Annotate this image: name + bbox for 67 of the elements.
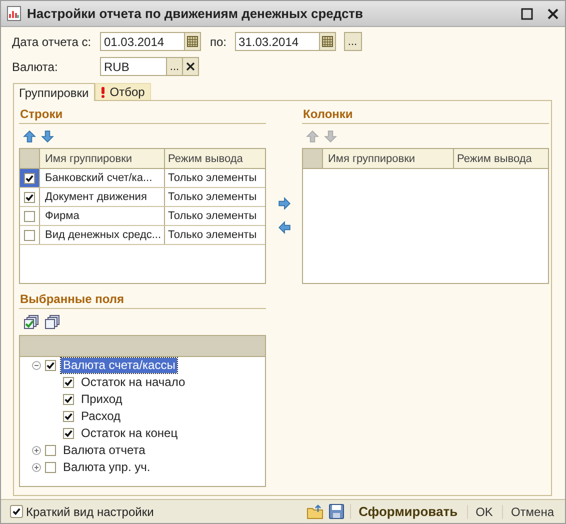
table-cell: Вид денежных средс... bbox=[40, 226, 165, 244]
left-arrow-icon[interactable] bbox=[278, 221, 290, 234]
ok-button[interactable]: OK bbox=[466, 504, 496, 518]
table-cell-text: Только элементы bbox=[167, 190, 258, 205]
checkbox[interactable] bbox=[24, 230, 35, 240]
tree-item[interactable]: Остаток на начало bbox=[79, 375, 188, 390]
checkbox[interactable] bbox=[45, 462, 56, 473]
right-arrow-icon[interactable] bbox=[278, 197, 290, 210]
clear-icon[interactable] bbox=[186, 62, 195, 71]
save-icon[interactable] bbox=[328, 504, 344, 519]
period-button[interactable]: ... bbox=[344, 32, 362, 51]
checkbox[interactable] bbox=[45, 360, 56, 371]
column-header[interactable]: Имя группировки bbox=[40, 149, 165, 168]
checkbox[interactable] bbox=[24, 192, 35, 202]
tree-item[interactable]: Остаток на конец bbox=[79, 426, 180, 441]
cancel-button[interactable]: Отмена bbox=[502, 504, 557, 518]
uncheck-all-icon[interactable] bbox=[45, 315, 60, 329]
field-label: Дата отчета с: bbox=[12, 34, 92, 48]
currency-field[interactable]: RUB ... bbox=[100, 57, 199, 76]
tree-item[interactable]: Расход bbox=[79, 409, 123, 424]
section-title: Выбранные поля bbox=[19, 292, 266, 309]
close-icon[interactable] bbox=[547, 8, 559, 20]
column-header[interactable]: Режим вывода bbox=[165, 149, 265, 168]
section-title: Строки bbox=[19, 107, 266, 124]
check-all-icon[interactable] bbox=[24, 315, 39, 329]
window-title: Настройки отчета по движениям денежных средств bbox=[27, 6, 364, 21]
checkbox[interactable] bbox=[63, 428, 74, 439]
checkbox[interactable] bbox=[63, 411, 74, 422]
tree-item[interactable]: Приход bbox=[79, 392, 124, 407]
up-arrow-icon[interactable] bbox=[23, 130, 36, 142]
row-selector[interactable] bbox=[20, 169, 40, 187]
column-header[interactable]: Имя группировки bbox=[323, 149, 454, 168]
tree-item[interactable]: Валюта счета/кассы bbox=[61, 358, 178, 373]
tab[interactable]: Отбор bbox=[94, 83, 151, 100]
section-title: Колонки bbox=[302, 107, 549, 124]
table-cell: Документ движения bbox=[40, 188, 165, 206]
maximize-icon[interactable] bbox=[521, 8, 533, 20]
report-icon bbox=[7, 6, 21, 21]
folder-icon[interactable] bbox=[306, 504, 323, 519]
field-label: по: bbox=[210, 34, 227, 48]
checkbox[interactable] bbox=[63, 377, 74, 388]
select-button[interactable]: ... bbox=[166, 58, 182, 75]
generate-button[interactable]: Сформировать bbox=[350, 504, 461, 519]
checkbox[interactable] bbox=[10, 505, 23, 518]
table-cell: Фирма bbox=[40, 207, 165, 225]
calendar-icon[interactable] bbox=[184, 33, 200, 50]
expand-icon[interactable] bbox=[32, 446, 41, 455]
table-cell-text: Только элементы bbox=[167, 171, 258, 186]
checkbox-label: Краткий вид настройки bbox=[26, 504, 154, 518]
table-cell-text: Только элементы bbox=[167, 209, 258, 224]
down-arrow-icon[interactable] bbox=[41, 130, 54, 142]
checkbox[interactable] bbox=[24, 172, 35, 184]
tab[interactable]: Группировки bbox=[13, 83, 95, 101]
tree-item[interactable]: Валюта отчета bbox=[61, 443, 148, 458]
calendar-icon[interactable] bbox=[318, 33, 335, 50]
checkbox[interactable] bbox=[24, 210, 35, 222]
table-cell-text: Только элементы bbox=[167, 228, 258, 243]
checkbox[interactable] bbox=[63, 394, 74, 405]
tree-item[interactable]: Валюта упр. уч. bbox=[61, 460, 152, 475]
field-label: Валюта: bbox=[12, 60, 59, 74]
column-header[interactable]: Режим вывода bbox=[454, 149, 548, 168]
collapse-icon[interactable] bbox=[32, 361, 41, 370]
expand-icon[interactable] bbox=[32, 463, 41, 472]
date-field[interactable]: 31.03.2014 bbox=[234, 32, 336, 51]
table-cell: Банковский счет/ка... bbox=[40, 169, 165, 187]
date-field[interactable]: 01.03.2014 bbox=[100, 32, 201, 51]
checkbox[interactable] bbox=[45, 445, 56, 456]
